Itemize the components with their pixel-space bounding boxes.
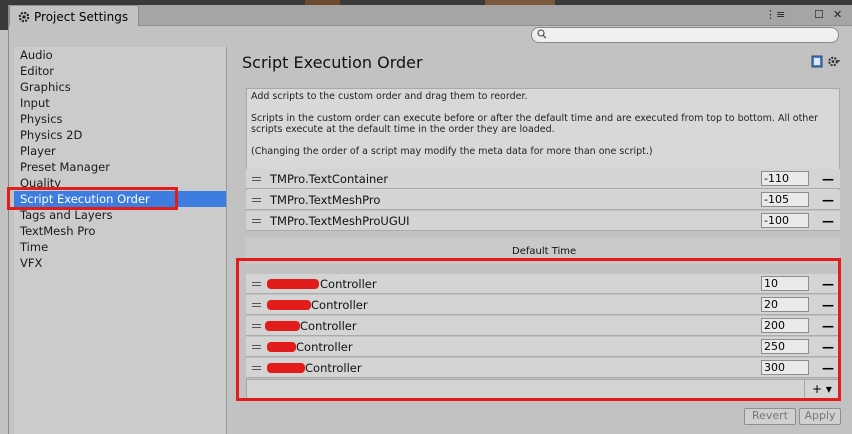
script-name: Controller (320, 277, 377, 291)
redaction-mark (267, 300, 311, 310)
script-row[interactable]: Controller 10 — (246, 274, 840, 294)
drag-handle-icon[interactable] (252, 219, 261, 223)
tab-title: Project Settings (34, 9, 129, 24)
script-row[interactable]: TMPro.TextMeshProUGUI -100 — (246, 211, 840, 231)
script-row[interactable]: Controller 250 — (246, 337, 840, 357)
revert-button[interactable]: Revert (744, 408, 796, 425)
script-name: TMPro.TextMeshPro (270, 193, 381, 207)
drag-handle-icon[interactable] (252, 324, 261, 328)
help-book-icon[interactable] (811, 55, 823, 71)
order-field[interactable]: 10 (761, 276, 809, 291)
script-name: Controller (300, 319, 357, 333)
settings-sidebar: Audio Editor Graphics Input Physics Phys… (14, 47, 227, 434)
drag-handle-icon[interactable] (252, 366, 261, 370)
header-icons (811, 55, 841, 71)
sidebar-item-tags-and-layers[interactable]: Tags and Layers (14, 207, 226, 223)
search-input[interactable] (531, 27, 839, 43)
settings-content: Script Execution Order Add scripts to th… (234, 47, 847, 434)
sidebar-item-preset-manager[interactable]: Preset Manager (14, 159, 226, 175)
remove-button[interactable]: — (822, 340, 834, 354)
info-text: Scripts in the custom order can execute … (251, 113, 819, 135)
order-field[interactable]: -110 (761, 171, 809, 186)
order-field[interactable]: 20 (761, 297, 809, 312)
settings-gear-icon[interactable] (827, 55, 841, 71)
script-name: Controller (305, 361, 362, 375)
sidebar-item-graphics[interactable]: Graphics (14, 79, 226, 95)
remove-button[interactable]: — (822, 277, 834, 291)
remove-button[interactable]: — (822, 172, 834, 186)
order-field[interactable]: -100 (761, 213, 809, 228)
order-field[interactable]: -105 (761, 192, 809, 207)
drag-handle-icon[interactable] (252, 198, 261, 202)
search-icon (537, 28, 547, 39)
script-name: Controller (311, 298, 368, 312)
script-row[interactable]: Controller 20 — (246, 295, 840, 315)
info-text: Add scripts to the custom order and drag… (251, 91, 528, 102)
page-title: Script Execution Order (242, 53, 423, 72)
add-script-button[interactable]: + ▾ (804, 380, 839, 398)
sidebar-item-time[interactable]: Time (14, 239, 226, 255)
script-name: TMPro.TextContainer (270, 172, 389, 186)
redaction-mark (267, 363, 305, 373)
remove-button[interactable]: — (822, 193, 834, 207)
apply-button[interactable]: Apply (799, 408, 841, 425)
sidebar-item-player[interactable]: Player (14, 143, 226, 159)
sidebar-item-vfx[interactable]: VFX (14, 255, 226, 271)
redaction-mark (267, 342, 296, 352)
sidebar-item-textmesh-pro[interactable]: TextMesh Pro (14, 223, 226, 239)
remove-button[interactable]: — (822, 361, 834, 375)
gear-icon (18, 11, 30, 23)
order-field[interactable]: 300 (761, 360, 809, 375)
remove-button[interactable]: — (822, 214, 834, 228)
sidebar-item-input[interactable]: Input (14, 95, 226, 111)
window-menu-icon[interactable]: ⋮≡ (765, 8, 785, 21)
script-row[interactable]: TMPro.TextContainer -110 — (246, 169, 840, 189)
redaction-mark (267, 279, 319, 289)
sidebar-item-audio[interactable]: Audio (14, 47, 226, 63)
info-text: (Changing the order of a script may modi… (251, 146, 653, 157)
script-name: TMPro.TextMeshProUGUI (270, 214, 410, 228)
close-icon[interactable]: ✕ (833, 8, 842, 21)
remove-button[interactable]: — (822, 298, 834, 312)
default-time-label: Default Time (512, 246, 577, 257)
sidebar-item-physics[interactable]: Physics (14, 111, 226, 127)
project-settings-tab[interactable]: Project Settings (9, 5, 139, 27)
remove-button[interactable]: — (822, 319, 834, 333)
drag-handle-icon[interactable] (252, 282, 261, 286)
script-row[interactable]: Controller 300 — (246, 358, 840, 378)
drag-handle-icon[interactable] (252, 177, 261, 181)
script-name: Controller (296, 340, 353, 354)
project-settings-window: Project Settings ⋮≡ ☐ ✕ Audio Editor Gra… (8, 5, 852, 434)
order-field[interactable]: 200 (761, 318, 809, 333)
toolbar (9, 26, 852, 45)
sidebar-item-editor[interactable]: Editor (14, 63, 226, 79)
title-bar: Project Settings ⋮≡ ☐ ✕ (9, 5, 852, 27)
order-field[interactable]: 250 (761, 339, 809, 354)
script-row[interactable]: TMPro.TextMeshPro -105 — (246, 190, 840, 210)
drag-handle-icon[interactable] (252, 303, 261, 307)
sidebar-item-quality[interactable]: Quality (14, 175, 226, 191)
drag-handle-icon[interactable] (252, 345, 261, 349)
maximize-icon[interactable]: ☐ (814, 8, 824, 21)
default-time-divider: Default Time (246, 237, 840, 264)
redaction-mark (265, 321, 300, 331)
sidebar-item-script-execution-order[interactable]: Script Execution Order (14, 191, 226, 207)
add-script-bar: + ▾ (246, 379, 840, 399)
script-row[interactable]: Controller 200 — (246, 316, 840, 336)
sidebar-item-physics-2d[interactable]: Physics 2D (14, 127, 226, 143)
